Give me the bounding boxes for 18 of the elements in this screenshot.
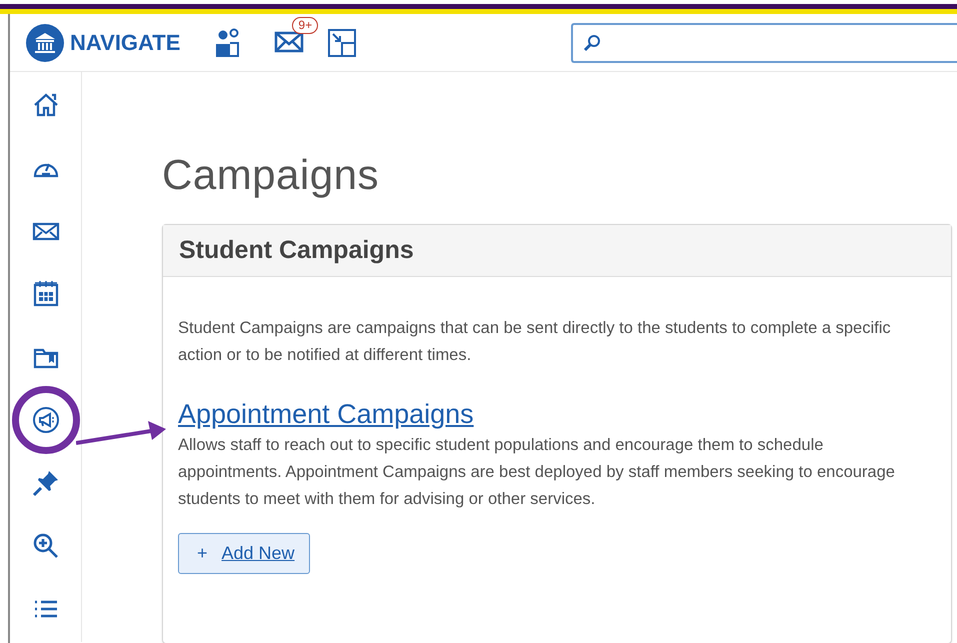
section-description: Allows staff to reach out to specific student populations and encourage them to schedule appointments. Appointment Campaigns are best deployed by staff members seeking to encourage students to meet with them for advising or other services. — [178, 435, 896, 510]
page-title: Campaigns — [162, 150, 380, 200]
search-icon — [583, 34, 601, 52]
mail-icon[interactable] — [274, 30, 304, 54]
add-new-button[interactable]: + Add New — [178, 533, 310, 574]
pin-icon[interactable] — [32, 469, 60, 497]
intro-text: Student Campaigns are campaigns that can be sent directly to the students to complete a specific action or to be notified at different times. — [178, 318, 892, 366]
message-count: 9+ — [292, 16, 318, 34]
zoom-in-icon[interactable] — [32, 532, 60, 560]
megaphone-icon[interactable] — [32, 406, 60, 434]
home-icon[interactable] — [32, 91, 60, 119]
calendar-icon[interactable] — [32, 280, 60, 308]
section-link[interactable]: Appointment Campaigns — [178, 397, 474, 432]
search-field[interactable] — [571, 22, 957, 62]
resize-icon[interactable] — [328, 28, 356, 56]
card-title: Student Campaigns — [163, 225, 951, 278]
app-name: NAVIGATE — [70, 29, 180, 57]
logo-icon[interactable] — [26, 24, 64, 62]
